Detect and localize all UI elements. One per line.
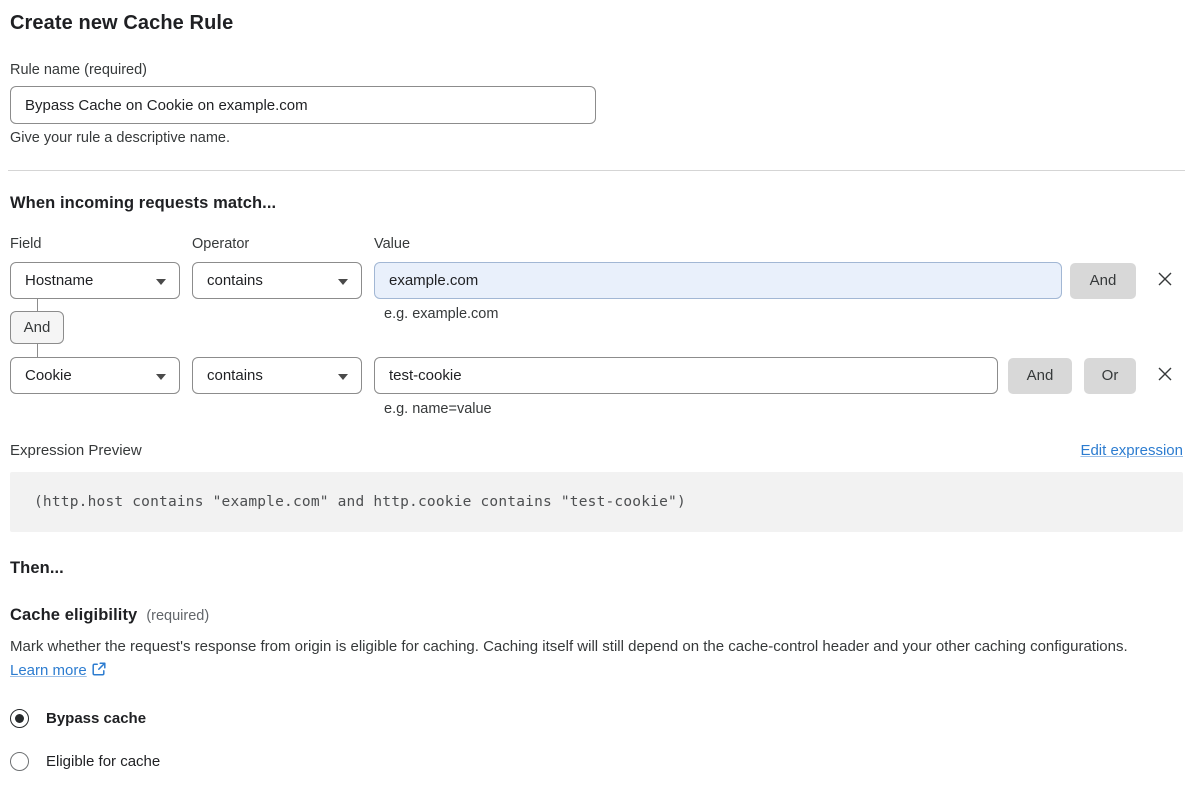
rule-name-input[interactable] bbox=[10, 86, 596, 124]
condition-row-2: Cookie contains And Or e.g. name=value bbox=[10, 357, 1183, 417]
close-icon bbox=[1155, 364, 1175, 387]
rule-name-label: Rule name (required) bbox=[10, 62, 148, 78]
connector-line-bottom bbox=[37, 344, 38, 357]
radio-label: Eligible for cache bbox=[46, 753, 161, 770]
radio-unselected-icon bbox=[10, 752, 29, 771]
close-icon bbox=[1155, 269, 1175, 292]
chevron-down-icon bbox=[156, 279, 166, 285]
value-column-label: Value bbox=[374, 236, 411, 252]
value-hint-2: e.g. name=value bbox=[384, 401, 492, 417]
and-button-row-2[interactable]: And bbox=[1008, 357, 1072, 394]
external-link-icon bbox=[91, 661, 107, 685]
field-select-1[interactable]: Hostname bbox=[10, 262, 180, 299]
connector-and-chip[interactable]: And bbox=[10, 311, 64, 344]
cache-eligibility-description-text: Mark whether the request's response from… bbox=[10, 638, 1128, 655]
remove-condition-2-button[interactable] bbox=[1153, 364, 1177, 388]
required-tag: (required) bbox=[146, 608, 210, 624]
condition-column-labels: Field Operator Value bbox=[10, 236, 1183, 252]
radio-label: Bypass cache bbox=[46, 710, 147, 727]
chevron-down-icon bbox=[338, 279, 348, 285]
field-column-label: Field bbox=[10, 236, 42, 252]
then-heading: Then... bbox=[10, 559, 64, 577]
operator-select-2[interactable]: contains bbox=[192, 357, 362, 394]
condition-row-1: Hostname contains And e.g. example.com bbox=[10, 262, 1183, 322]
connector-line-top bbox=[37, 299, 38, 311]
expression-code-block: (http.host contains "example.com" and ht… bbox=[10, 472, 1183, 532]
radio-option-eligible-for-cache[interactable]: Eligible for cache bbox=[10, 752, 1183, 771]
page-title: Create new Cache Rule bbox=[10, 12, 234, 34]
value-hint-1: e.g. example.com bbox=[384, 306, 499, 322]
operator-select-1-value: contains bbox=[207, 272, 263, 289]
field-select-2-value: Cookie bbox=[25, 367, 72, 384]
section-divider bbox=[8, 170, 1185, 171]
and-button-row-1[interactable]: And bbox=[1070, 262, 1136, 299]
cache-eligibility-description: Mark whether the request's response from… bbox=[10, 635, 1170, 685]
operator-select-2-value: contains bbox=[207, 367, 263, 384]
radio-selected-icon bbox=[10, 709, 29, 728]
radio-option-bypass-cache[interactable]: Bypass cache bbox=[10, 709, 1183, 728]
field-select-2[interactable]: Cookie bbox=[10, 357, 180, 394]
expression-header: Expression Preview Edit expression bbox=[10, 442, 1183, 459]
expression-preview-label: Expression Preview bbox=[10, 442, 142, 459]
match-heading: When incoming requests match... bbox=[10, 194, 277, 212]
value-input-2[interactable] bbox=[374, 357, 998, 394]
edit-expression-link[interactable]: Edit expression bbox=[1080, 442, 1183, 459]
condition-connector: And bbox=[10, 299, 210, 357]
expression-code: (http.host contains "example.com" and ht… bbox=[34, 494, 686, 510]
or-button-row-2[interactable]: Or bbox=[1084, 357, 1136, 394]
operator-column-label: Operator bbox=[192, 236, 250, 252]
field-select-1-value: Hostname bbox=[25, 272, 94, 289]
learn-more-link[interactable]: Learn more bbox=[10, 662, 87, 679]
chevron-down-icon bbox=[338, 374, 348, 380]
cache-eligibility-heading: Cache eligibility (required) bbox=[10, 606, 1183, 625]
operator-select-1[interactable]: contains bbox=[192, 262, 362, 299]
remove-condition-1-button[interactable] bbox=[1153, 269, 1177, 293]
chevron-down-icon bbox=[156, 374, 166, 380]
create-cache-rule-form: Create new Cache Rule Rule name (require… bbox=[0, 0, 1200, 771]
value-input-1[interactable] bbox=[374, 262, 1062, 299]
cache-eligibility-title: Cache eligibility bbox=[10, 606, 138, 624]
rule-name-help: Give your rule a descriptive name. bbox=[10, 130, 231, 146]
